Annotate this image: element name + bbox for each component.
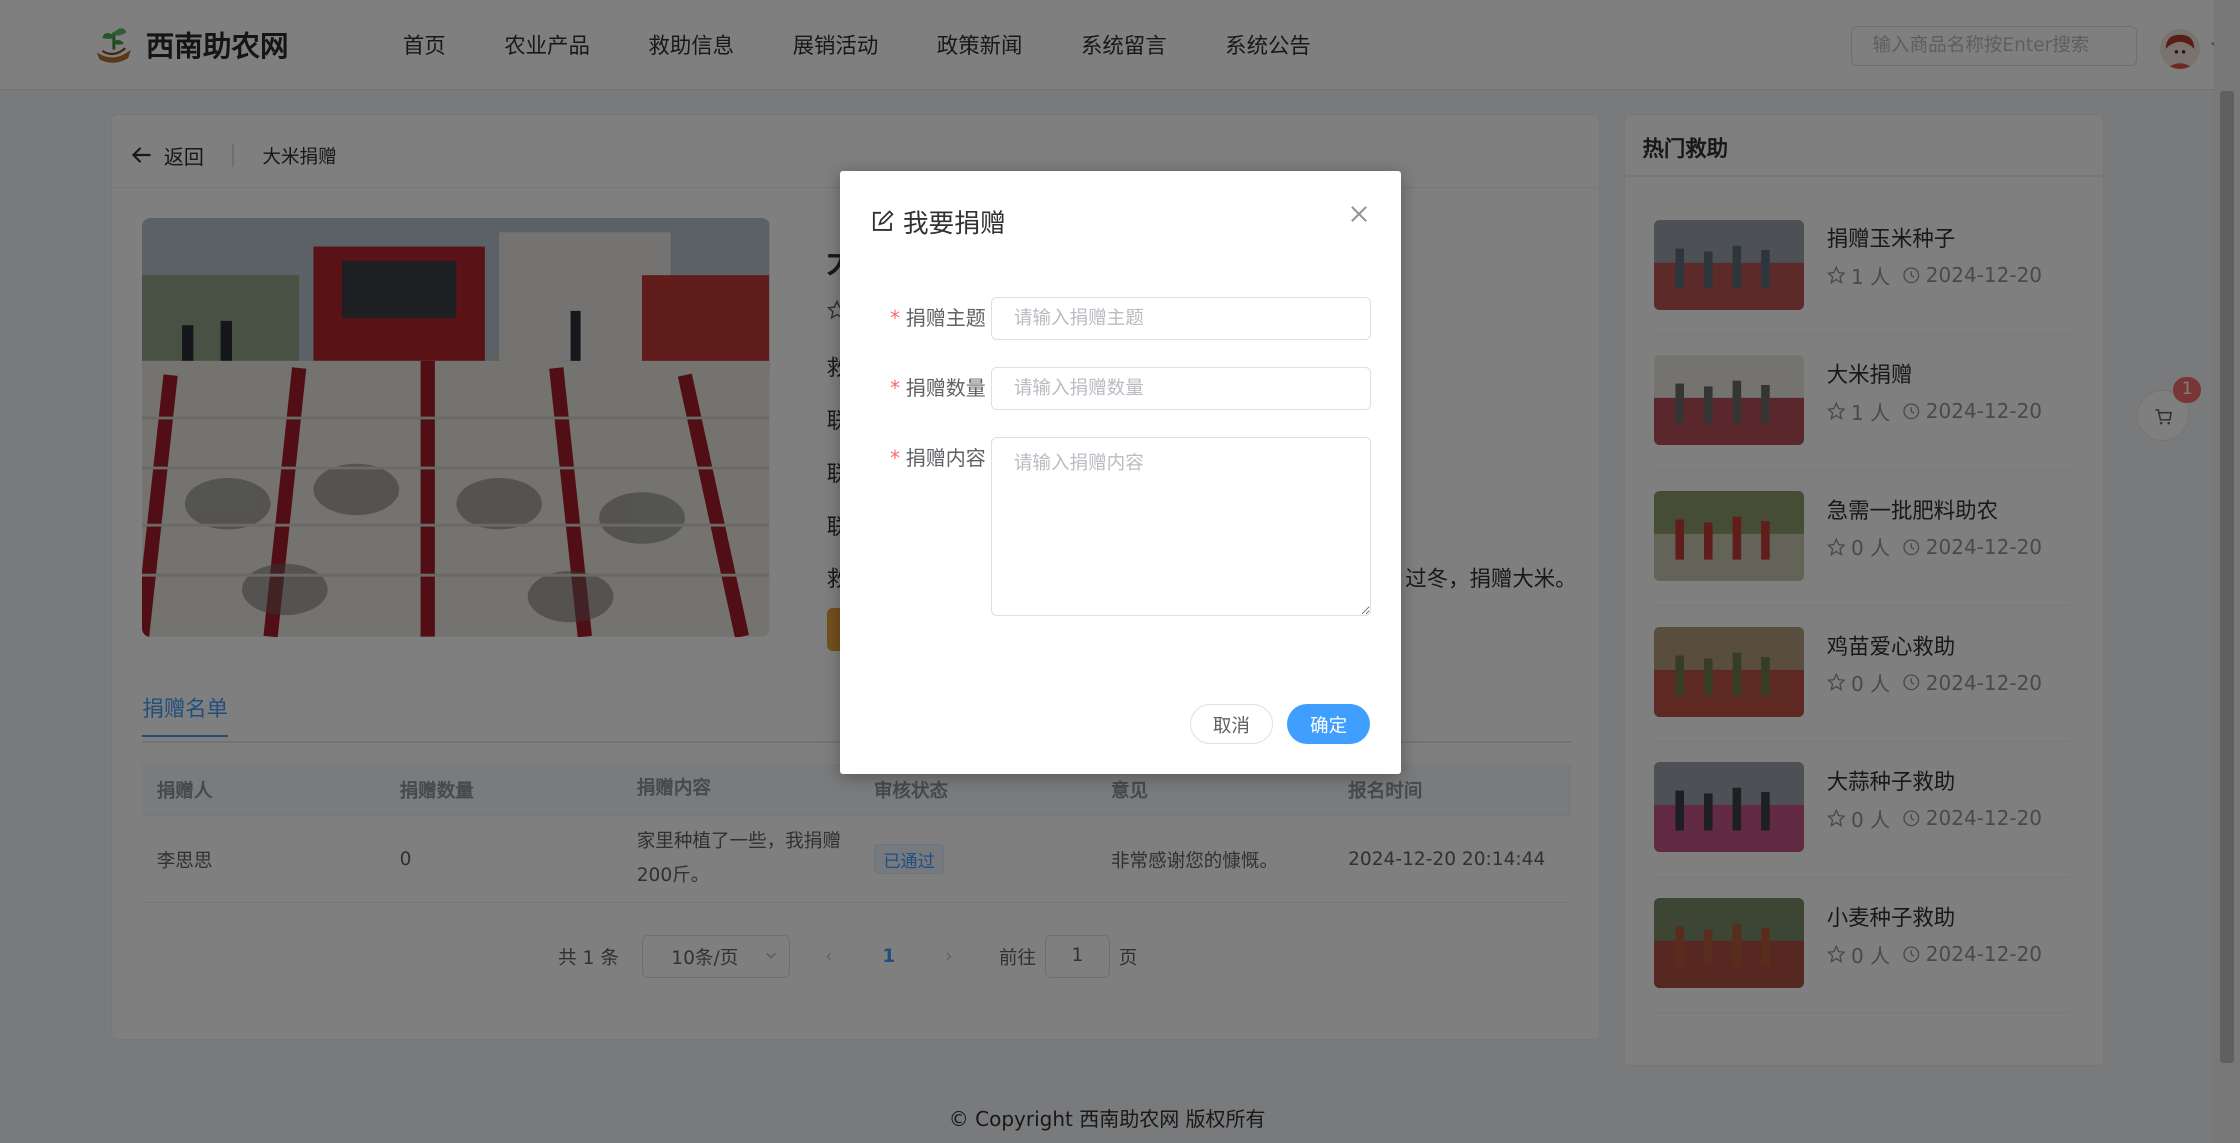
quantity-label: * 捐赠数量 bbox=[890, 376, 986, 401]
subject-input[interactable] bbox=[991, 297, 1372, 340]
content-label: * 捐赠内容 bbox=[890, 446, 986, 471]
subject-label: * 捐赠主题 bbox=[890, 306, 986, 331]
donate-dialog: 我要捐赠 *捐赠主题 *捐赠数量 *捐赠内容 取消 确定 bbox=[840, 171, 1402, 775]
app-root: 西南助农网 首页 农业产品 救助信息 展销活动 政策新闻 系统留言 系统公告 bbox=[0, 0, 2240, 1143]
content-textarea[interactable] bbox=[991, 437, 1372, 616]
cancel-button[interactable]: 取消 bbox=[1190, 704, 1273, 745]
close-icon[interactable] bbox=[1349, 204, 1369, 224]
quantity-input[interactable] bbox=[991, 367, 1372, 410]
confirm-button[interactable]: 确定 bbox=[1287, 704, 1370, 745]
edit-icon bbox=[873, 210, 895, 231]
dialog-title: 我要捐赠 bbox=[871, 203, 1006, 240]
dialog-title-text: 我要捐赠 bbox=[902, 208, 1006, 239]
